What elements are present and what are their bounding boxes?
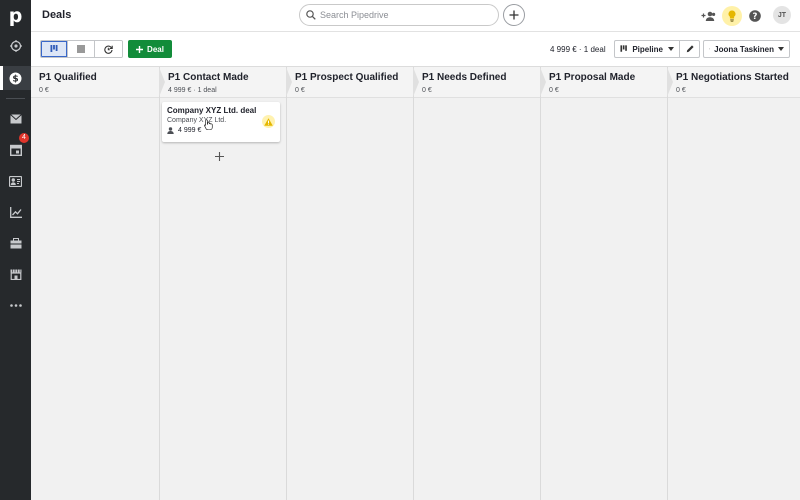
stage-summary: 0 € [549, 87, 559, 94]
pipeline-view-button[interactable] [41, 41, 68, 57]
kanban-icon [50, 45, 58, 52]
search-icon [306, 10, 316, 20]
stage-title: P1 Negotiations Started [676, 72, 789, 83]
deal-organization: Company XYZ Ltd. [167, 117, 227, 124]
stage-column: P1 Qualified 0 € [31, 67, 165, 500]
deal-value: 4 999 € [178, 127, 202, 134]
view-switcher [40, 40, 123, 58]
more-icon [9, 303, 22, 307]
list-icon [77, 45, 85, 53]
stage-title: P1 Contact Made [168, 72, 249, 83]
mail-icon [9, 114, 22, 124]
chart-icon [9, 206, 22, 218]
edit-pipeline-button[interactable] [680, 41, 699, 57]
avatar[interactable]: JT [773, 6, 791, 24]
sidebar-item-marketplace[interactable] [0, 262, 31, 286]
activities-badge: 4 [19, 133, 29, 143]
stage-column: P1 Contact Made 4 999 € · 1 deal Company… [159, 67, 292, 500]
stage-summary: 0 € [295, 87, 305, 94]
list-view-button[interactable] [68, 41, 95, 57]
stage-header[interactable]: P1 Qualified 0 € [31, 67, 165, 98]
stage-header[interactable]: P1 Proposal Made 0 € [541, 67, 673, 98]
search-input[interactable] [320, 10, 490, 20]
add-deal-to-stage-button[interactable] [213, 150, 225, 162]
plus-icon [136, 45, 144, 53]
forecast-icon [104, 45, 113, 54]
pipeline-selector-group: Pipeline [614, 40, 700, 58]
help-button[interactable]: ? [745, 6, 765, 26]
stage-header[interactable]: P1 Prospect Qualified 0 € [287, 67, 419, 98]
add-deal-label: Deal [147, 44, 164, 54]
person-icon [167, 127, 174, 134]
kanban-icon [620, 45, 627, 52]
stage-title: P1 Prospect Qualified [295, 72, 399, 83]
quick-add-button[interactable] [503, 4, 525, 26]
deals-toolbar: Deal 4 999 € · 1 deal Pipeline Joona Tas… [31, 32, 800, 67]
stage-title: P1 Proposal Made [549, 72, 636, 83]
sidebar-item-more[interactable] [0, 293, 31, 317]
stage-column: P1 Needs Defined 0 € [413, 67, 546, 500]
plus-icon [509, 10, 519, 20]
top-bar: Deals ? JT [31, 0, 800, 32]
stage-summary: 4 999 € · 1 deal [168, 87, 217, 94]
pencil-icon [686, 45, 694, 53]
lightbulb-icon [728, 10, 736, 22]
stage-header[interactable]: P1 Contact Made 4 999 € · 1 deal [160, 67, 292, 98]
stage-header[interactable]: P1 Needs Defined 0 € [414, 67, 546, 98]
help-icon: ? [749, 10, 761, 22]
filter-icon [709, 48, 711, 50]
stage-header[interactable]: P1 Negotiations Started 0 € [668, 67, 800, 98]
dollar-icon: $ [9, 72, 22, 84]
pipeline-board: P1 Qualified 0 € P1 Contact Made 4 999 €… [31, 67, 800, 500]
stage-column: P1 Proposal Made 0 € [540, 67, 673, 500]
sidebar-item-products[interactable] [0, 231, 31, 255]
sidebar-item-mail[interactable] [0, 107, 31, 131]
user-filter-label: Joona Taskinen [714, 44, 774, 54]
sidebar: p $ 4 [0, 0, 31, 500]
tips-button[interactable] [722, 6, 742, 26]
forecast-view-button[interactable] [95, 41, 122, 57]
stage-summary: 0 € [422, 87, 432, 94]
stage-title: P1 Needs Defined [422, 72, 507, 83]
user-filter-dropdown[interactable]: Joona Taskinen [703, 40, 790, 58]
stage-summary: 0 € [39, 87, 49, 94]
contacts-icon [9, 175, 22, 187]
target-icon [9, 40, 22, 52]
chevron-down-icon [778, 47, 784, 51]
svg-text:$: $ [12, 74, 18, 84]
pipeline-dropdown[interactable]: Pipeline [615, 41, 680, 57]
sidebar-item-leads[interactable] [0, 34, 31, 58]
page-title: Deals [42, 9, 72, 21]
pipeline-summary: 4 999 € · 1 deal [550, 45, 606, 54]
svg-text:?: ? [753, 12, 758, 22]
stage-title: P1 Qualified [39, 72, 97, 83]
pipeline-label: Pipeline [632, 44, 663, 54]
sidebar-item-contacts[interactable] [0, 169, 31, 193]
sidebar-item-activities[interactable]: 4 [0, 133, 31, 162]
calendar-icon [9, 144, 22, 156]
sidebar-item-deals[interactable]: $ [0, 66, 31, 90]
chevron-down-icon [668, 47, 674, 51]
search-box[interactable] [299, 4, 499, 26]
add-deal-button[interactable]: Deal [128, 40, 172, 58]
box-icon [10, 237, 21, 248]
users-add-icon [701, 11, 715, 21]
warning-icon[interactable] [262, 115, 275, 128]
sidebar-divider [6, 98, 25, 99]
invite-users-button[interactable] [698, 6, 718, 26]
store-icon [10, 269, 21, 280]
sidebar-item-insights[interactable] [0, 200, 31, 224]
deal-card[interactable]: Company XYZ Ltd. deal Company XYZ Ltd. 4… [162, 102, 280, 142]
plus-icon [214, 151, 224, 161]
hand-cursor-icon [204, 119, 213, 130]
pipedrive-logo[interactable]: p [0, 0, 31, 32]
stage-column: P1 Prospect Qualified 0 € [286, 67, 419, 500]
stage-summary: 0 € [676, 87, 686, 94]
deal-value-row: 4 999 € [167, 127, 275, 134]
stage-column: P1 Negotiations Started 0 € [667, 67, 800, 500]
deal-title: Company XYZ Ltd. deal [167, 106, 257, 115]
